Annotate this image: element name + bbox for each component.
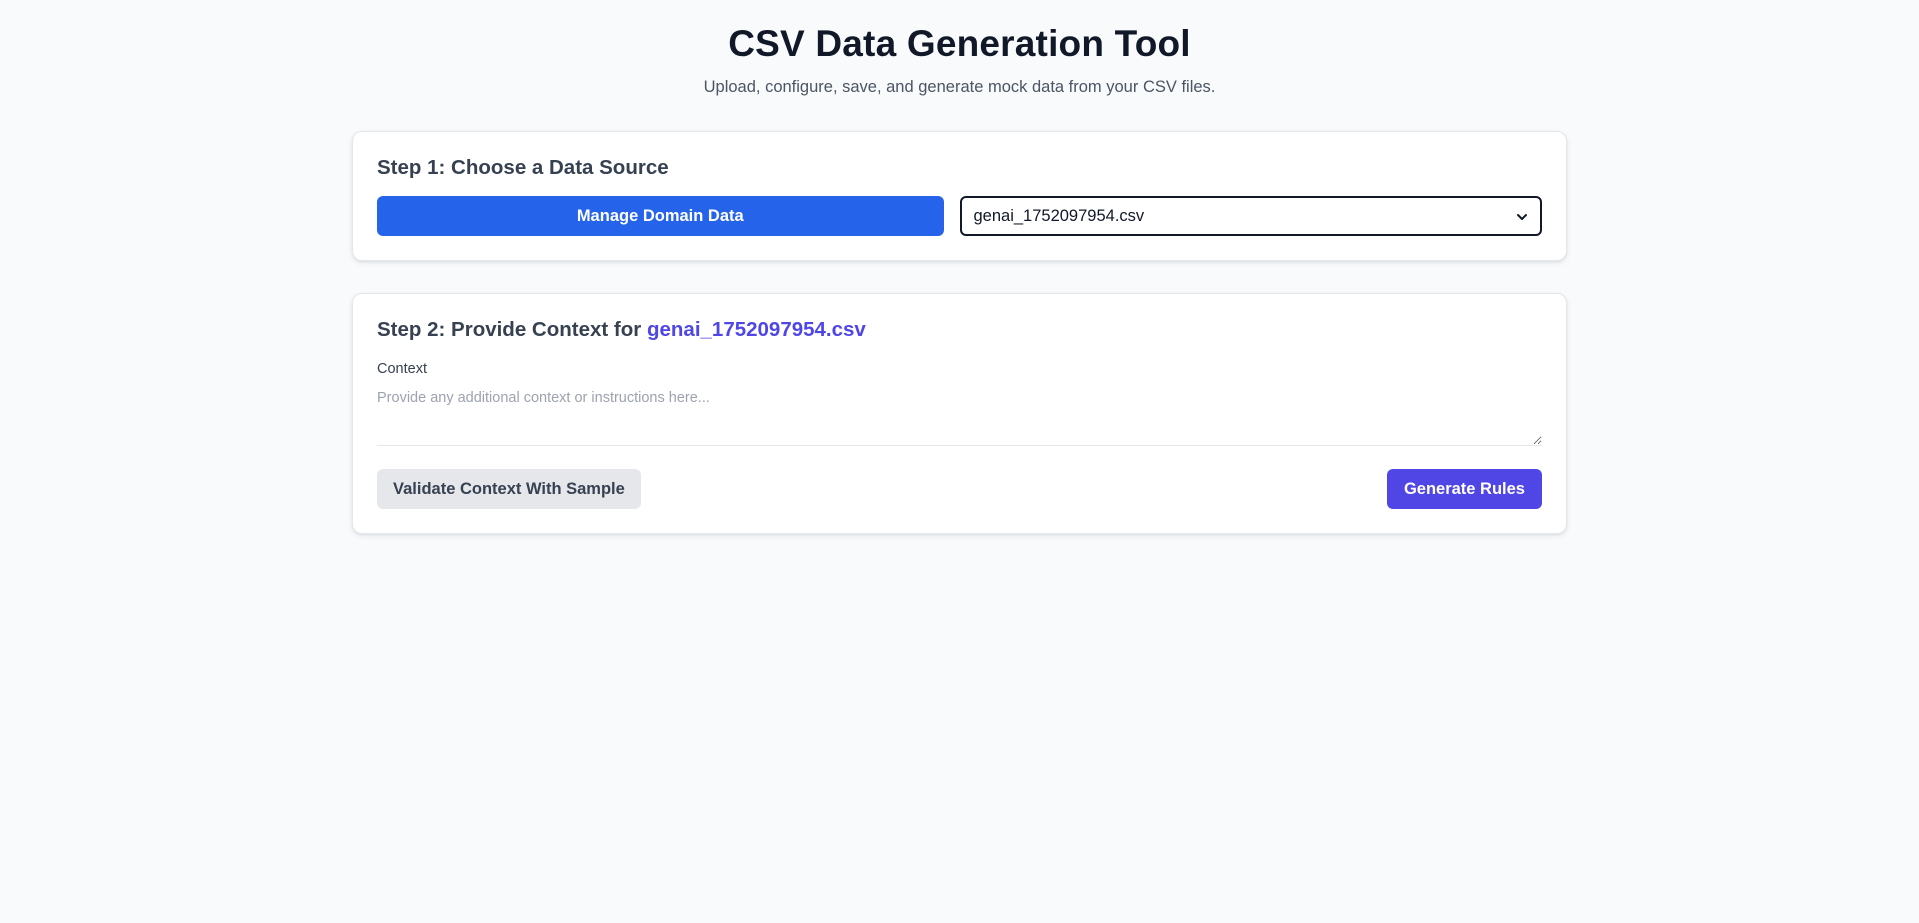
manage-domain-data-button[interactable]: Manage Domain Data — [377, 196, 944, 236]
data-source-select-value: genai_1752097954.csv — [973, 206, 1145, 225]
step2-title-filename: genai_1752097954.csv — [646, 318, 866, 341]
step1-card: Step 1: Choose a Data Source Manage Doma… — [352, 131, 1567, 261]
step2-title-prefix: Step 2: Provide Context for — [377, 318, 642, 341]
context-textarea[interactable] — [377, 386, 1542, 446]
step1-controls: Manage Domain Data genai_1752097954.csv — [377, 196, 1542, 236]
page-title: CSV Data Generation Tool — [728, 23, 1191, 64]
step1-title: Step 1: Choose a Data Source — [377, 156, 669, 179]
chevron-down-icon — [1516, 210, 1528, 222]
page-header: CSV Data Generation Tool Upload, configu… — [0, 24, 1919, 97]
step2-actions: Validate Context With Sample Generate Ru… — [377, 469, 1542, 509]
context-label: Context — [377, 361, 427, 377]
page-subtitle: Upload, configure, save, and generate mo… — [703, 78, 1216, 96]
page: CSV Data Generation Tool Upload, configu… — [0, 0, 1919, 923]
step2-title: Step 2: Provide Context for genai_175209… — [377, 318, 1542, 342]
validate-context-button[interactable]: Validate Context With Sample — [377, 469, 641, 509]
data-source-select[interactable]: genai_1752097954.csv — [959, 196, 1542, 236]
main-content: Step 1: Choose a Data Source Manage Doma… — [352, 131, 1567, 534]
step2-card: Step 2: Provide Context for genai_175209… — [352, 293, 1567, 534]
generate-rules-button[interactable]: Generate Rules — [1386, 469, 1542, 509]
